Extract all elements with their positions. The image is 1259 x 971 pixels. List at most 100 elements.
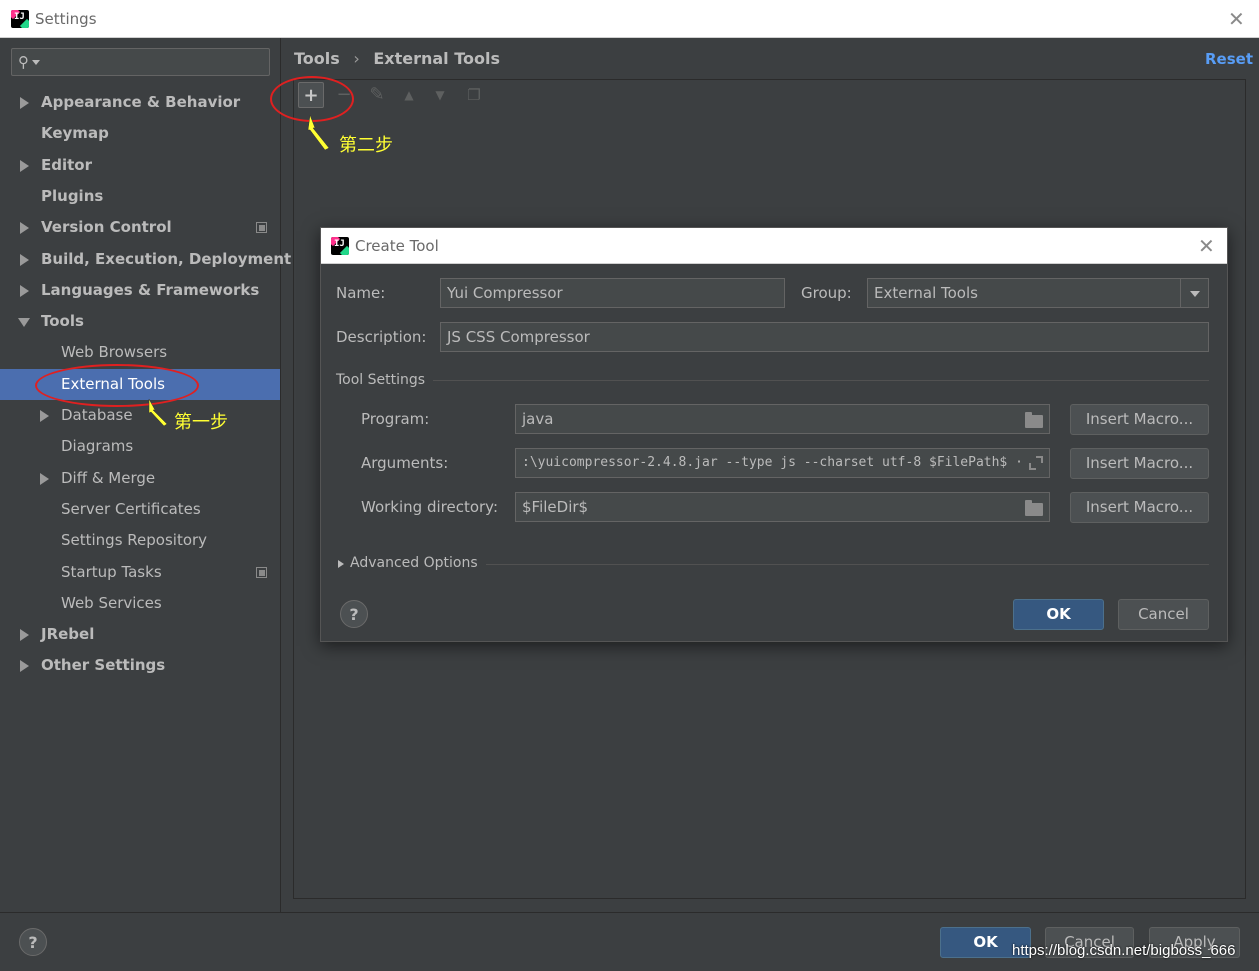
sidebar-item-web-browsers[interactable]: Web Browsers — [0, 337, 280, 368]
description-field[interactable]: JS CSS Compressor — [440, 322, 1209, 352]
sidebar-item-label: Web Services — [61, 594, 162, 612]
dialog-cancel-button[interactable]: Cancel — [1118, 599, 1209, 630]
dialog-help-button[interactable]: ? — [340, 600, 368, 628]
program-value: java — [522, 410, 554, 428]
sidebar-item-appearance-behavior[interactable]: Appearance & Behavior — [0, 87, 280, 118]
folder-icon[interactable] — [1025, 500, 1043, 516]
sidebar-item-build-execution-deployment[interactable]: Build, Execution, Deployment — [0, 244, 291, 275]
watermark: https://blog.csdn.net/bigboss_666 — [1012, 942, 1236, 959]
expand-arrow-icon[interactable] — [40, 410, 49, 422]
sidebar-item-version-control[interactable]: Version Control — [0, 212, 280, 243]
sidebar-item-label: Startup Tasks — [61, 563, 162, 581]
group-label: Group: — [801, 284, 852, 302]
sidebar-item-languages-frameworks[interactable]: Languages & Frameworks — [0, 275, 280, 306]
insert-macro-button-program[interactable]: Insert Macro... — [1070, 404, 1209, 435]
edit-icon[interactable]: ✎ — [364, 82, 390, 108]
group-select-value: External Tools — [874, 284, 978, 302]
tool-settings-divider — [433, 380, 1209, 381]
project-level-icon — [256, 222, 267, 233]
intellij-app-icon: IJ — [11, 10, 29, 28]
sidebar-item-web-services[interactable]: Web Services — [0, 588, 280, 619]
breadcrumb-parent[interactable]: Tools — [294, 49, 340, 68]
settings-help-button[interactable]: ? — [19, 928, 47, 956]
expand-arrow-icon[interactable] — [20, 629, 29, 641]
close-dialog-icon[interactable]: ✕ — [1198, 236, 1215, 256]
group-dropdown-button[interactable] — [1180, 279, 1208, 307]
expand-icon[interactable] — [1029, 456, 1043, 470]
sidebar-item-keymap[interactable]: Keymap — [0, 118, 280, 149]
sidebar-item-label: Editor — [41, 156, 92, 174]
sidebar-item-label: Version Control — [41, 218, 172, 236]
sidebar-item-label: Settings Repository — [61, 531, 208, 549]
expand-arrow-icon[interactable] — [20, 254, 29, 266]
description-label: Description: — [336, 328, 427, 346]
sidebar-item-label: Other Settings — [41, 656, 166, 674]
name-label: Name: — [336, 284, 386, 302]
step1-arrow-icon — [148, 398, 168, 427]
copy-icon[interactable]: ❐ — [461, 82, 487, 108]
chevron-down-icon — [1190, 291, 1200, 297]
step2-arrow-icon — [307, 114, 330, 151]
advanced-options-divider — [486, 564, 1209, 565]
sidebar-item-label: Server Certificates — [61, 500, 201, 518]
dialog-title: Create Tool — [355, 237, 439, 255]
sidebar-item-tools[interactable]: Tools — [0, 306, 280, 337]
move-up-icon[interactable]: ▲ — [396, 82, 422, 108]
working-directory-field[interactable]: $FileDir$ — [515, 492, 1050, 522]
arguments-value: :\yuicompressor-2.4.8.jar --type js --ch… — [522, 455, 1023, 470]
close-window-icon[interactable]: ✕ — [1228, 9, 1245, 29]
program-label: Program: — [361, 410, 430, 428]
sidebar-item-server-certificates[interactable]: Server Certificates — [0, 494, 280, 525]
expand-arrow-icon[interactable] — [20, 222, 29, 234]
sidebar-item-diagrams[interactable]: Diagrams — [0, 431, 280, 462]
sidebar-item-startup-tasks[interactable]: Startup Tasks — [0, 557, 280, 588]
insert-macro-button-workdir[interactable]: Insert Macro... — [1070, 492, 1209, 523]
folder-icon[interactable] — [1025, 412, 1043, 428]
search-icon: ⚲ — [18, 53, 29, 71]
advanced-options-expand-icon[interactable] — [338, 560, 344, 568]
group-select[interactable]: External Tools — [867, 278, 1209, 308]
step1-note: 第一步 — [174, 412, 228, 433]
reset-link[interactable]: Reset — [1205, 50, 1253, 68]
create-tool-dialog: IJ Create Tool ✕ Name: Yui Compressor Gr… — [320, 227, 1228, 642]
window-title: Settings — [35, 10, 97, 28]
sidebar-item-label: Diff & Merge — [61, 469, 156, 487]
sidebar-item-editor[interactable]: Editor — [0, 150, 280, 181]
sidebar-item-diff-merge[interactable]: Diff & Merge — [0, 463, 280, 494]
sidebar-item-jrebel[interactable]: JRebel — [0, 619, 280, 650]
expand-arrow-icon[interactable] — [20, 285, 29, 297]
expand-arrow-icon[interactable] — [20, 660, 29, 672]
advanced-options-toggle[interactable]: Advanced Options — [350, 555, 478, 571]
window-title-bar: IJ Settings ✕ — [0, 0, 1259, 38]
sidebar-item-label: JRebel — [41, 625, 95, 643]
dialog-ok-button[interactable]: OK — [1013, 599, 1104, 630]
expand-arrow-icon[interactable] — [20, 97, 29, 109]
sidebar-item-label: Languages & Frameworks — [41, 281, 260, 299]
collapse-arrow-icon[interactable] — [18, 318, 30, 327]
step2-note: 第二步 — [339, 135, 393, 156]
expand-arrow-icon[interactable] — [20, 160, 29, 172]
search-history-dropdown-icon[interactable] — [32, 60, 40, 65]
settings-search-input[interactable]: ⚲ — [11, 48, 270, 76]
sidebar-item-settings-repository[interactable]: Settings Repository — [0, 525, 280, 556]
tool-settings-heading: Tool Settings — [336, 372, 426, 388]
sidebar-item-other-settings[interactable]: Other Settings — [0, 650, 280, 681]
name-field[interactable]: Yui Compressor — [440, 278, 785, 308]
move-down-icon[interactable]: ▼ — [427, 82, 453, 108]
expand-arrow-icon[interactable] — [40, 473, 49, 485]
working-directory-value: $FileDir$ — [522, 498, 589, 516]
project-level-icon — [256, 567, 267, 578]
sidebar-item-label: Keymap — [41, 124, 109, 142]
sidebar-item-plugins[interactable]: Plugins — [0, 181, 280, 212]
arguments-label: Arguments: — [361, 454, 449, 472]
program-field[interactable]: java — [515, 404, 1050, 434]
sidebar-item-label: Tools — [41, 312, 84, 330]
breadcrumb-separator: › — [353, 49, 360, 68]
sidebar-item-label: Plugins — [41, 187, 104, 205]
insert-macro-button-arguments[interactable]: Insert Macro... — [1070, 448, 1209, 479]
dialog-title-bar: IJ Create Tool ✕ — [321, 228, 1227, 264]
breadcrumb-current: External Tools — [373, 49, 501, 68]
working-directory-label: Working directory: — [361, 498, 499, 516]
sidebar-item-label: Diagrams — [61, 437, 134, 455]
arguments-field[interactable]: :\yuicompressor-2.4.8.jar --type js --ch… — [515, 448, 1050, 478]
